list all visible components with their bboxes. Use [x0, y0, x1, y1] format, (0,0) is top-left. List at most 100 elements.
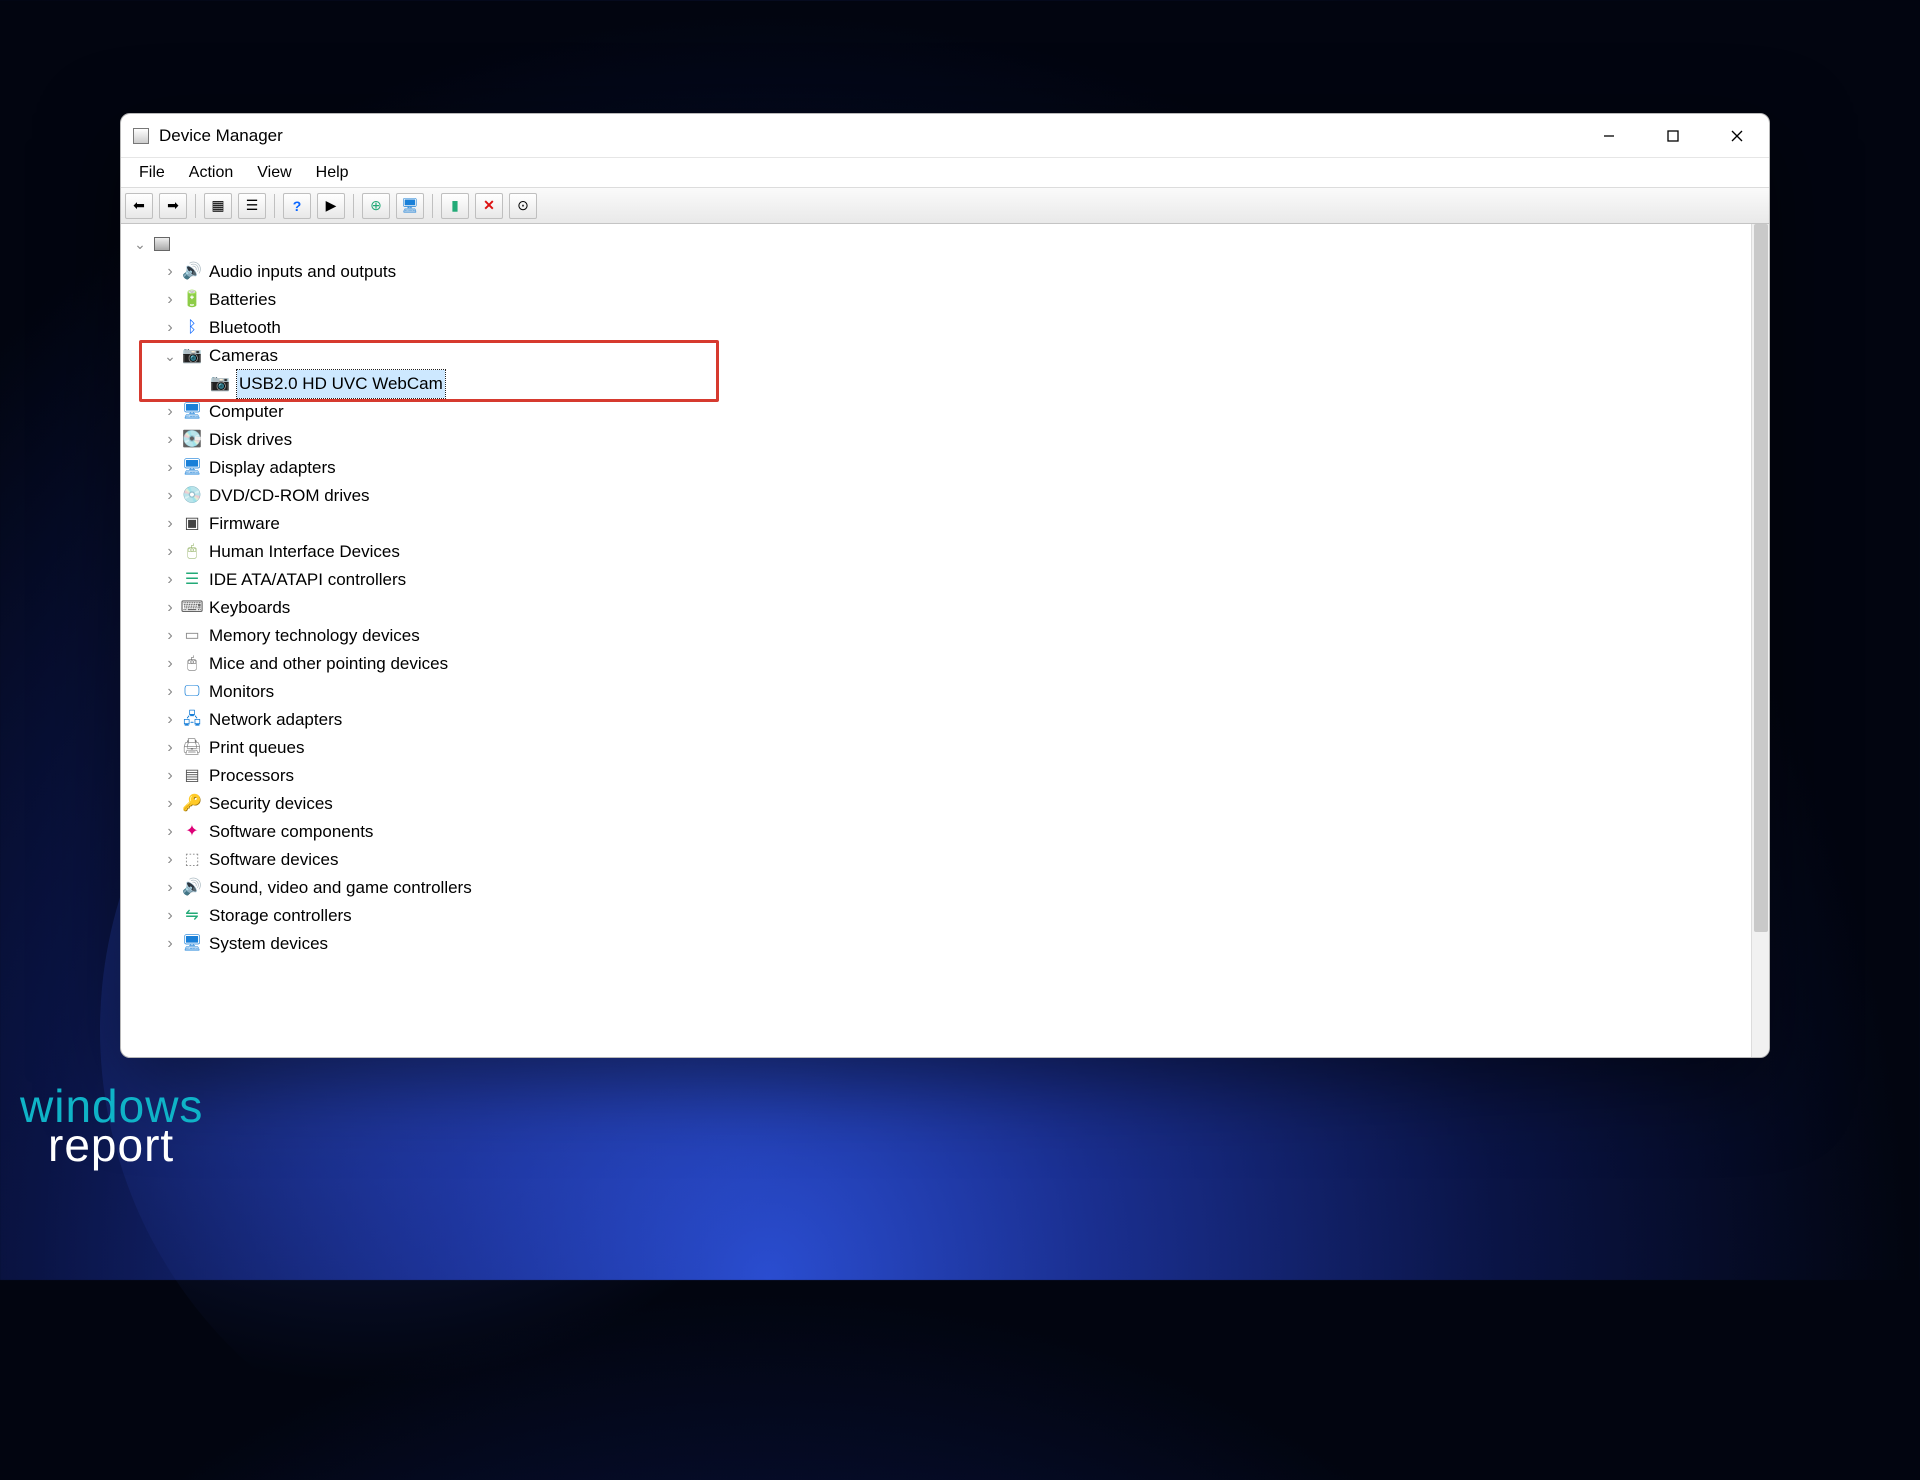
tree-category[interactable]: ▭Memory technology devices: [121, 622, 1751, 650]
tree-category[interactable]: ☰IDE ATA/ATAPI controllers: [121, 566, 1751, 594]
back-icon: ⬅: [133, 197, 145, 214]
menubar: File Action View Help: [121, 158, 1769, 188]
minimize-button[interactable]: [1577, 114, 1641, 157]
tree-category[interactable]: 🖱Human Interface Devices: [121, 538, 1751, 566]
chevron-right-icon[interactable]: [161, 258, 179, 286]
tree-category[interactable]: ✦Software components: [121, 818, 1751, 846]
tree-category[interactable]: ⬚Software devices: [121, 846, 1751, 874]
tree-category[interactable]: ⌨Keyboards: [121, 594, 1751, 622]
tree-category[interactable]: 🖥System devices: [121, 930, 1751, 958]
chevron-right-icon[interactable]: [161, 846, 179, 874]
tree-category-label: Audio inputs and outputs: [209, 258, 396, 286]
tree-category[interactable]: 🖧Network adapters: [121, 706, 1751, 734]
toolbar-uninstall-button[interactable]: ▮: [441, 193, 469, 219]
tree-category[interactable]: ⇋Storage controllers: [121, 902, 1751, 930]
tree-category[interactable]: 🖥Computer: [121, 398, 1751, 426]
swc-icon: ✦: [181, 821, 203, 843]
window-title: Device Manager: [159, 126, 283, 146]
chevron-right-icon[interactable]: [161, 482, 179, 510]
menu-file[interactable]: File: [129, 161, 175, 185]
cpu-icon: ▤: [181, 765, 203, 787]
close-icon: [1730, 129, 1744, 143]
toolbar-show-hidden-button[interactable]: ▦: [204, 193, 232, 219]
tree-category-label: Keyboards: [209, 594, 290, 622]
chevron-right-icon[interactable]: [161, 454, 179, 482]
chevron-right-icon[interactable]: [161, 594, 179, 622]
maximize-button[interactable]: [1641, 114, 1705, 157]
show-hidden-icon: ▦: [211, 197, 224, 214]
chevron-down-icon[interactable]: [161, 342, 179, 371]
chevron-right-icon[interactable]: [161, 538, 179, 566]
tree-category[interactable]: 📷Cameras: [121, 342, 1751, 370]
toolbar-disable-button[interactable]: ✕: [475, 193, 503, 219]
menu-view[interactable]: View: [247, 161, 301, 185]
chevron-right-icon[interactable]: [161, 762, 179, 790]
tree-category[interactable]: 🔑Security devices: [121, 790, 1751, 818]
tree-category[interactable]: 🔋Batteries: [121, 286, 1751, 314]
chevron-right-icon[interactable]: [161, 650, 179, 678]
disable-icon: ✕: [483, 197, 495, 214]
batt-icon: 🔋: [181, 289, 203, 311]
tree-category[interactable]: 💽Disk drives: [121, 426, 1751, 454]
device-tree[interactable]: 🔊Audio inputs and outputs🔋BatteriesᛒBlue…: [121, 224, 1751, 1057]
tree-category[interactable]: 🖱Mice and other pointing devices: [121, 650, 1751, 678]
tree-category[interactable]: 🖵Monitors: [121, 678, 1751, 706]
toolbar-forward-button[interactable]: ➡: [159, 193, 187, 219]
menu-action[interactable]: Action: [179, 161, 243, 185]
mem-icon: ▭: [181, 625, 203, 647]
tree-device[interactable]: 📷USB2.0 HD UVC WebCam: [121, 370, 1751, 398]
tree-category[interactable]: 🖨Print queues: [121, 734, 1751, 762]
toolbar-back-button[interactable]: ⬅: [125, 193, 153, 219]
tree-category-label: Human Interface Devices: [209, 538, 400, 566]
toolbar-enable-button[interactable]: ⊙: [509, 193, 537, 219]
chevron-right-icon[interactable]: [161, 902, 179, 930]
chevron-right-icon[interactable]: [161, 622, 179, 650]
chevron-right-icon[interactable]: [161, 818, 179, 846]
chevron-right-icon[interactable]: [161, 678, 179, 706]
add-legacy-icon: ⊕: [370, 197, 382, 214]
chevron-right-icon[interactable]: [161, 566, 179, 594]
toolbar-help-button[interactable]: ?: [283, 193, 311, 219]
properties-icon: ☰: [246, 197, 259, 214]
tree-category[interactable]: ▣Firmware: [121, 510, 1751, 538]
tree-category-label: DVD/CD-ROM drives: [209, 482, 370, 510]
tree-category[interactable]: ᛒBluetooth: [121, 314, 1751, 342]
close-button[interactable]: [1705, 114, 1769, 157]
tree-category[interactable]: 🔊Sound, video and game controllers: [121, 874, 1751, 902]
computer-icon: [151, 233, 173, 255]
chevron-right-icon[interactable]: [161, 930, 179, 958]
tree-category[interactable]: 🖥Display adapters: [121, 454, 1751, 482]
chevron-right-icon[interactable]: [161, 706, 179, 734]
toolbar-scan-button[interactable]: ▶: [317, 193, 345, 219]
swd-icon: ⬚: [181, 849, 203, 871]
tree-category[interactable]: 💿DVD/CD-ROM drives: [121, 482, 1751, 510]
menu-help[interactable]: Help: [306, 161, 359, 185]
chevron-right-icon[interactable]: [161, 286, 179, 314]
net-icon: 🖧: [181, 709, 203, 731]
window-controls: [1577, 114, 1769, 157]
tree-category-label: Security devices: [209, 790, 333, 818]
toolbar-properties-button[interactable]: ☰: [238, 193, 266, 219]
tree-category[interactable]: ▤Processors: [121, 762, 1751, 790]
chevron-right-icon[interactable]: [161, 426, 179, 454]
chevron-right-icon[interactable]: [161, 398, 179, 426]
tree-category-label: Print queues: [209, 734, 304, 762]
chevron-right-icon[interactable]: [161, 510, 179, 538]
tree-root[interactable]: [121, 230, 1751, 258]
tree-category-label: Display adapters: [209, 454, 336, 482]
chevron-right-icon[interactable]: [161, 734, 179, 762]
chevron-right-icon[interactable]: [161, 874, 179, 902]
chevron-down-icon[interactable]: [131, 230, 149, 259]
chevron-right-icon[interactable]: [161, 790, 179, 818]
tree-category[interactable]: 🔊Audio inputs and outputs: [121, 258, 1751, 286]
toolbar-add-legacy-button[interactable]: ⊕: [362, 193, 390, 219]
toolbar: ⬅ ➡ ▦ ☰ ? ▶ ⊕ 🖥 ▮ ✕ ⊙: [121, 188, 1769, 224]
vertical-scrollbar[interactable]: [1751, 224, 1769, 1057]
sys-icon: 🖥: [181, 933, 203, 955]
tree-category-label: Storage controllers: [209, 902, 352, 930]
chevron-right-icon[interactable]: [161, 314, 179, 342]
tree-category-label: IDE ATA/ATAPI controllers: [209, 566, 406, 594]
scrollbar-thumb[interactable]: [1754, 224, 1768, 932]
tree-category-label: Computer: [209, 398, 284, 426]
toolbar-update-driver-button[interactable]: 🖥: [396, 193, 424, 219]
